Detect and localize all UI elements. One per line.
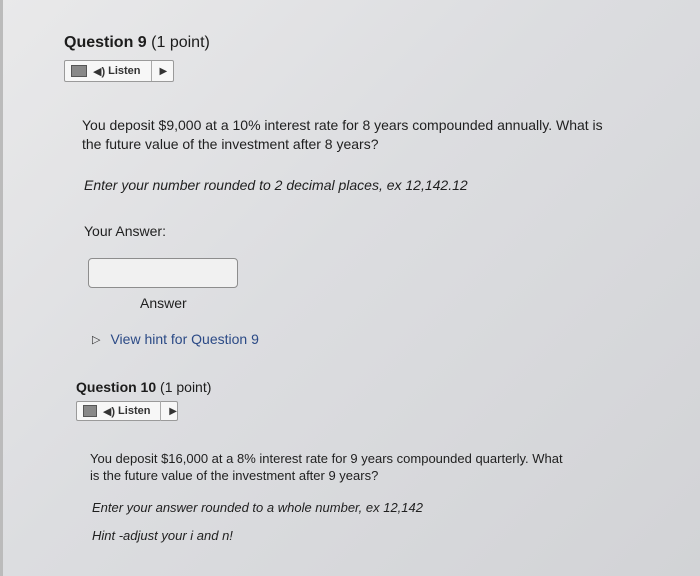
hint-link-label: View hint for Question 9: [110, 331, 259, 347]
device-icon: [83, 405, 97, 417]
answer-caption: Answer: [140, 295, 187, 311]
listen-button[interactable]: ◀) Listen ▶: [64, 60, 174, 82]
view-hint-link[interactable]: ▷ View hint for Question 9: [92, 331, 259, 347]
question-number: Question 9: [64, 34, 147, 51]
question-10-hint: Hint -adjust your i and n!: [92, 528, 233, 543]
listen-button[interactable]: ◀) Listen ▶: [76, 401, 178, 421]
question-9-instruction: Enter your number rounded to 2 decimal p…: [84, 177, 468, 193]
listen-label: Listen: [118, 405, 151, 417]
question-number: Question 10: [76, 379, 157, 395]
speaker-icon: ◀): [102, 405, 116, 418]
prompt-line-1: You deposit $16,000 at a 8% interest rat…: [90, 451, 563, 466]
device-icon: [71, 65, 87, 77]
prompt-line-2: is the future value of the investment af…: [90, 468, 379, 483]
divider: [150, 61, 152, 81]
question-10-instruction: Enter your answer rounded to a whole num…: [92, 500, 423, 515]
triangle-right-icon: ▷: [92, 333, 101, 346]
question-10-title: Question 10 (1 point): [76, 379, 211, 395]
prompt-line-2: the future value of the investment after…: [82, 136, 379, 152]
question-points: (1 point): [151, 34, 210, 51]
play-icon[interactable]: ▶: [169, 406, 177, 417]
question-9-prompt: You deposit $9,000 at a 10% interest rat…: [82, 116, 603, 154]
answer-input[interactable]: [88, 258, 238, 288]
question-points: (1 point): [160, 379, 212, 395]
listen-label: Listen: [108, 65, 141, 77]
prompt-line-1: You deposit $9,000 at a 10% interest rat…: [82, 117, 603, 133]
speaker-icon: ◀): [93, 65, 106, 78]
play-icon[interactable]: ▶: [160, 66, 168, 77]
page-edge: [0, 0, 3, 576]
question-10-prompt: You deposit $16,000 at a 8% interest rat…: [90, 450, 563, 484]
your-answer-label: Your Answer:: [84, 223, 166, 239]
divider: [160, 401, 162, 421]
quiz-page: Question 9 (1 point) ◀) Listen ▶ You dep…: [4, 0, 700, 576]
question-9-title: Question 9 (1 point): [64, 34, 210, 52]
